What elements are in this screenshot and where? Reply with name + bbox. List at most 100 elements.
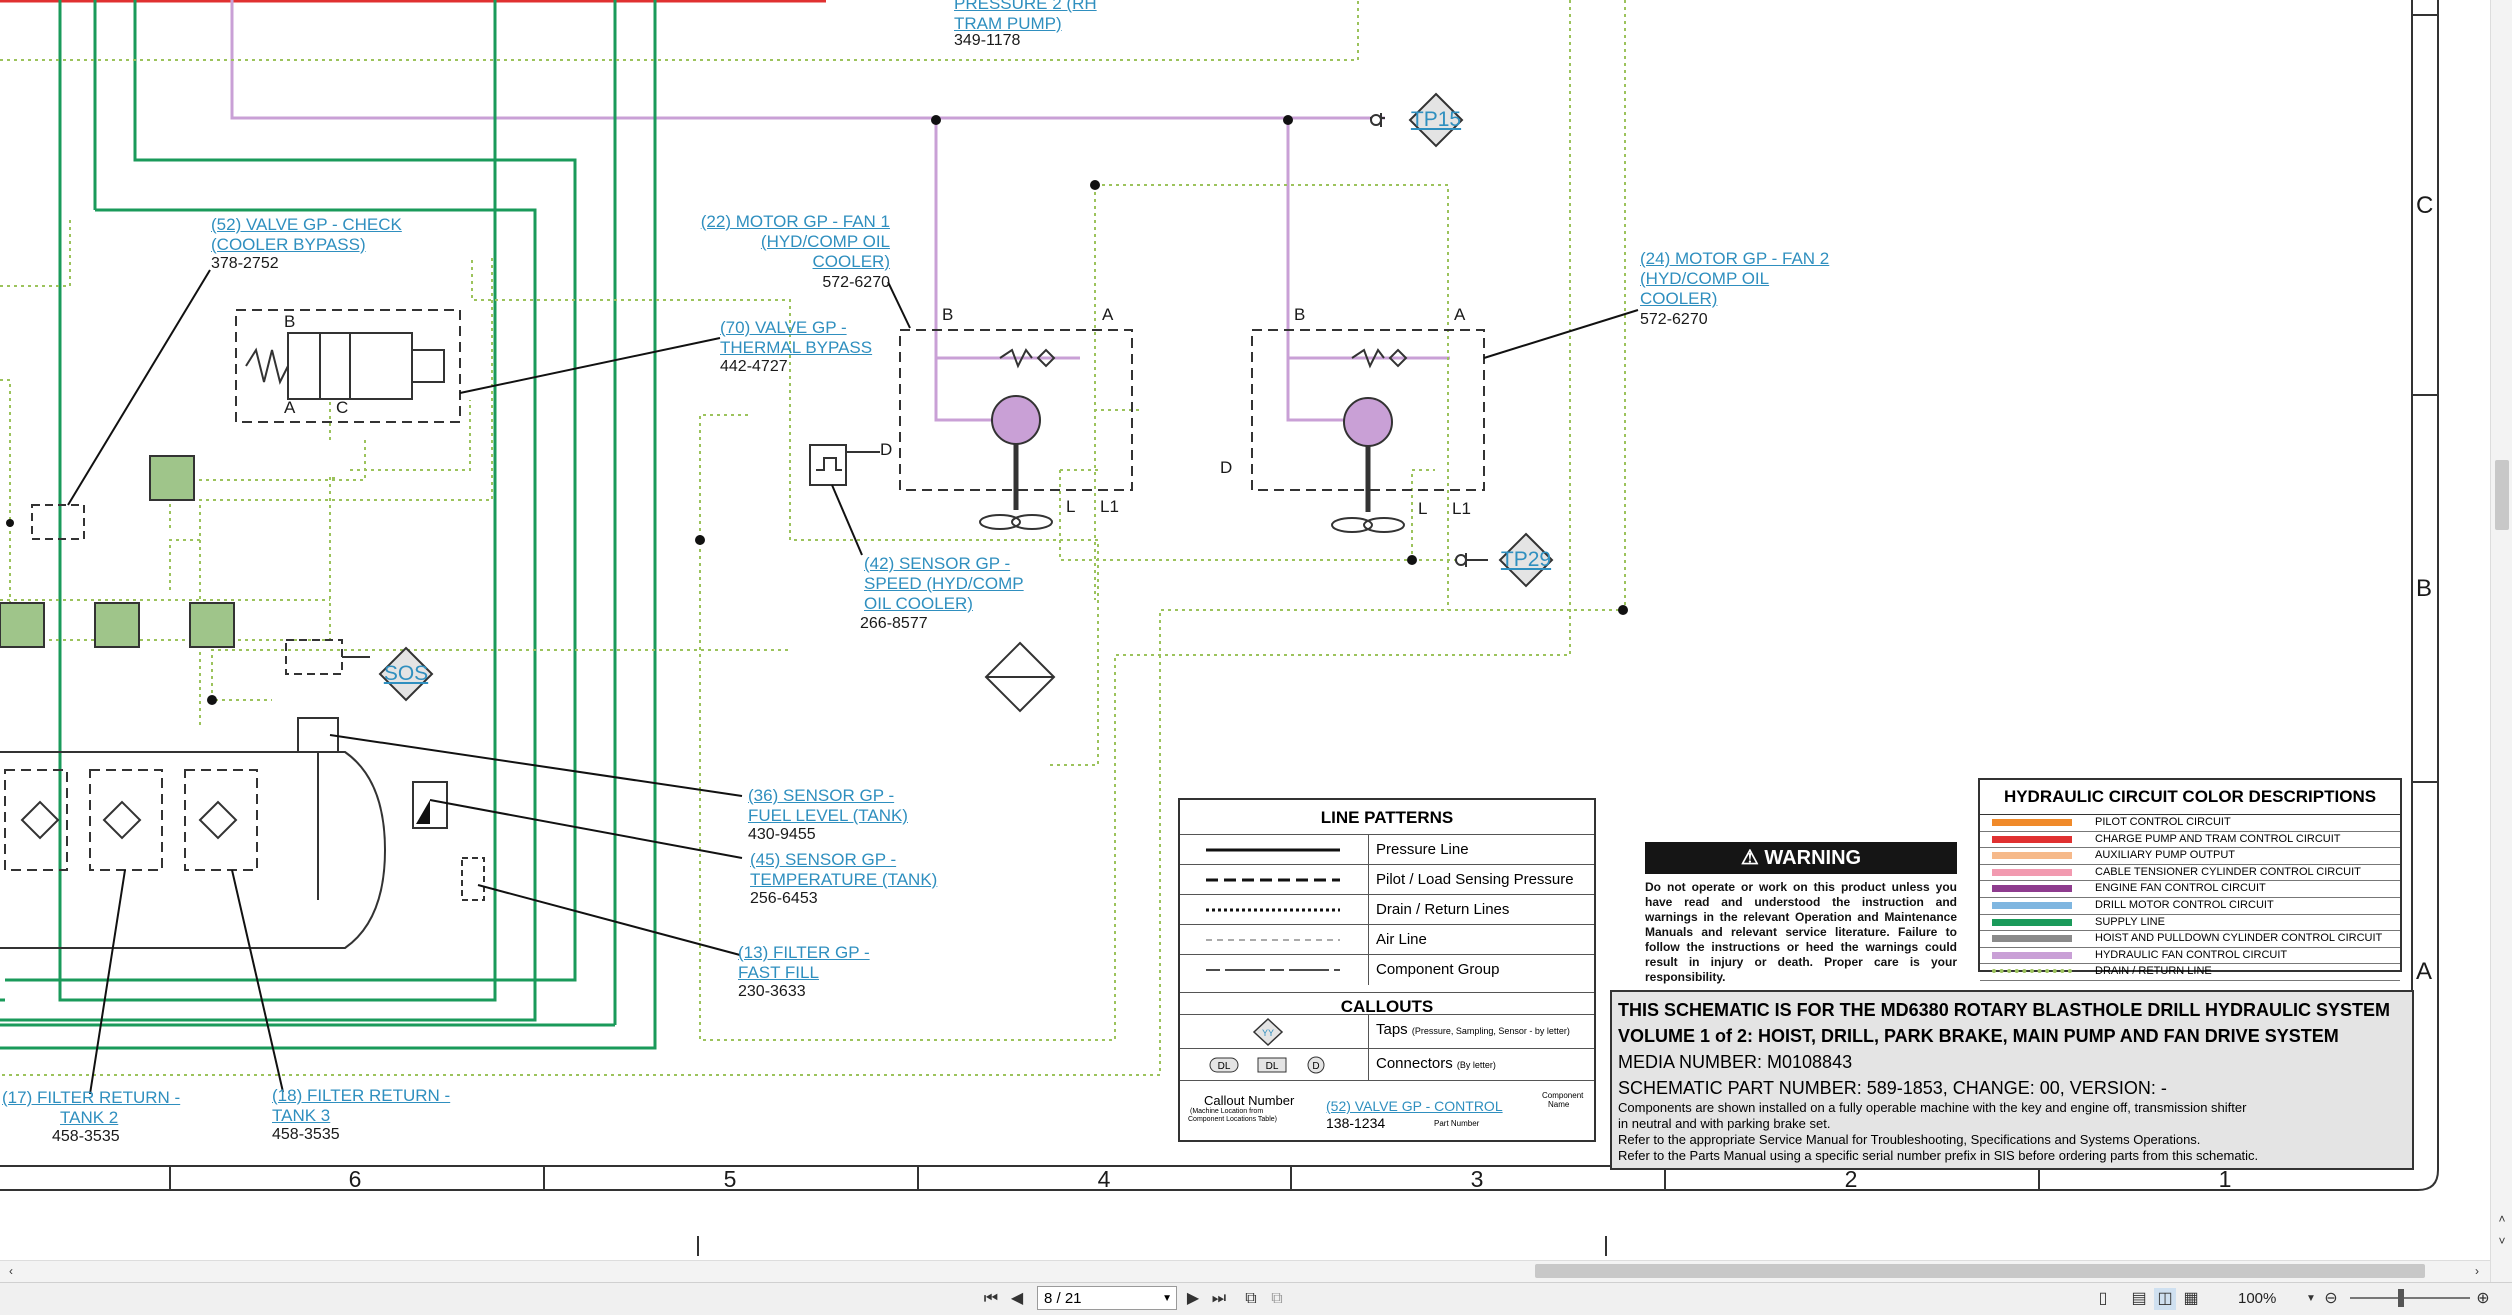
- callout-fast-fill[interactable]: (13) FILTER GP -: [738, 943, 870, 963]
- paste-icon[interactable]: ⧉: [1266, 1288, 1288, 1310]
- callout-filter-return-3[interactable]: (18) FILTER RETURN -: [272, 1086, 450, 1106]
- scroll-thumb[interactable]: [1535, 1264, 2425, 1278]
- callout-fuel-sensor-2[interactable]: FUEL LEVEL (TANK): [748, 806, 908, 826]
- pressure-label[interactable]: PRESSURE 2 (RH: [954, 0, 1097, 14]
- facing-view-icon[interactable]: ◫: [2154, 1288, 2176, 1310]
- port-label: D: [1220, 458, 1233, 477]
- prev-page-icon[interactable]: ◀: [1006, 1288, 1028, 1310]
- connector-glyph: D: [1312, 1061, 1319, 1072]
- test-point-tp29[interactable]: TP29: [1498, 532, 1554, 588]
- callout-fast-fill-2[interactable]: FAST FILL: [738, 963, 819, 983]
- drain-line-sample: [1206, 895, 1369, 925]
- column-number: 3: [1470, 1166, 1484, 1192]
- color-descriptions-table: HYDRAULIC CIRCUIT COLOR DESCRIPTIONS PIL…: [1978, 778, 2402, 981]
- callout-motor-fan2-2[interactable]: (HYD/COMP OIL: [1640, 269, 1769, 289]
- zoom-level[interactable]: 100%: [2238, 1290, 2276, 1307]
- scroll-right-icon[interactable]: ›: [2466, 1260, 2488, 1282]
- schematic-sheet: PRESSURE 2 (RH TRAM PUMP) 349-1178 (52) …: [0, 0, 2490, 1262]
- port-label: L1: [1452, 499, 1471, 518]
- callout-motor-fan1-3[interactable]: COOLER): [700, 252, 890, 272]
- component-group-sample: [1206, 955, 1369, 985]
- scroll-left-icon[interactable]: ‹: [0, 1260, 22, 1282]
- legend-row: Air Line: [1180, 924, 1594, 955]
- continuous-view-icon[interactable]: ▤: [2128, 1288, 2150, 1310]
- part-number: 349-1178: [954, 32, 1021, 49]
- color-row: HOIST AND PULLDOWN CYLINDER CONTROL CIRC…: [1980, 931, 2400, 948]
- horizontal-scrollbar[interactable]: ‹ ›: [0, 1260, 2490, 1283]
- warning-title: WARNING: [1764, 847, 1862, 869]
- chevron-down-icon[interactable]: ▼: [1162, 1287, 1172, 1311]
- last-page-icon[interactable]: ⏭: [1208, 1288, 1230, 1310]
- sos-sampling-point[interactable]: SOS: [378, 646, 434, 702]
- port-label: A: [1102, 305, 1114, 324]
- callout-speed-sensor[interactable]: (42) SENSOR GP -: [864, 554, 1010, 574]
- callout-filter-return-2[interactable]: (17) FILTER RETURN -: [2, 1088, 180, 1108]
- vertical-scrollbar[interactable]: ˄ ˅: [2490, 0, 2512, 1282]
- page-number-input[interactable]: 8 / 21 ▼: [1037, 1286, 1177, 1310]
- callout-motor-fan1-2[interactable]: (HYD/COMP OIL: [700, 232, 890, 252]
- copy-icon[interactable]: ⧉: [1240, 1288, 1262, 1310]
- tap-diamond-icon: YY: [1252, 1015, 1369, 1049]
- connector-glyph: DL: [1266, 1061, 1279, 1072]
- cover-view-icon[interactable]: ▦: [2180, 1288, 2202, 1310]
- title-line: VOLUME 1 of 2: HOIST, DRILL, PARK BRAKE,…: [1618, 1026, 2339, 1046]
- scroll-up-icon[interactable]: ˄: [2491, 1208, 2512, 1230]
- zoom-slider-handle[interactable]: [2398, 1289, 2404, 1307]
- legend-label: Connectors (By letter): [1376, 1055, 1496, 1072]
- callout-valve-check[interactable]: (52) VALVE GP - CHECK: [211, 215, 402, 235]
- test-point-label[interactable]: SOS: [378, 662, 434, 686]
- callout-thermal-bypass[interactable]: (70) VALVE GP -: [720, 318, 847, 338]
- test-point-label[interactable]: TP29: [1498, 548, 1554, 572]
- zone-label: C: [2416, 192, 2434, 219]
- tap-glyph: YY: [1262, 1028, 1274, 1038]
- pdf-viewer: PRESSURE 2 (RH TRAM PUMP) 349-1178 (52) …: [0, 0, 2512, 1315]
- next-page-icon[interactable]: ▶: [1182, 1288, 1204, 1310]
- chevron-down-icon[interactable]: ▼: [2300, 1288, 2322, 1310]
- callout-example-link[interactable]: (52) VALVE GP - CONTROL: [1326, 1098, 1503, 1114]
- legend-title: LINE PATTERNS: [1320, 808, 1454, 827]
- part-number: 138-1234: [1326, 1115, 1386, 1131]
- callout-motor-fan2[interactable]: (24) MOTOR GP - FAN 2: [1640, 249, 1829, 269]
- callout-fuel-sensor[interactable]: (36) SENSOR GP -: [748, 786, 894, 806]
- pressure-line-sample: [1206, 835, 1369, 865]
- callout-temp-sensor-2[interactable]: TEMPERATURE (TANK): [750, 870, 937, 890]
- zoom-slider[interactable]: [2350, 1297, 2470, 1299]
- port-label: A: [1454, 305, 1466, 324]
- column-number: 1: [2218, 1166, 2232, 1192]
- color-swatch: [1992, 868, 2072, 876]
- port-label: L: [1418, 499, 1428, 518]
- single-page-view-icon[interactable]: ▯: [2092, 1288, 2114, 1310]
- line-patterns-legend: LINE PATTERNS Pressure Line Pilot / Load…: [1178, 798, 1596, 1142]
- part-number: 458-3535: [272, 1126, 340, 1143]
- pilot-line-sample: [1206, 865, 1369, 895]
- callout-thermal-bypass-2[interactable]: THERMAL BYPASS: [720, 338, 872, 358]
- callout-motor-fan2-3[interactable]: COOLER): [1640, 289, 1717, 309]
- callout-speed-sensor-2[interactable]: SPEED (HYD/COMP: [864, 574, 1024, 594]
- callout-speed-sensor-3[interactable]: OIL COOLER): [864, 594, 973, 614]
- callout-number-note: Component Locations Table): [1188, 1116, 1277, 1123]
- taps-label: Taps: [1376, 1021, 1408, 1038]
- port-label: B: [284, 312, 296, 331]
- callout-filter-return-3b[interactable]: TANK 3: [272, 1106, 330, 1126]
- callout-filter-return-2b[interactable]: TANK 2: [60, 1108, 118, 1128]
- part-number: 430-9455: [748, 826, 816, 843]
- zoom-in-icon[interactable]: ⊕: [2472, 1288, 2494, 1310]
- color-table-title: HYDRAULIC CIRCUIT COLOR DESCRIPTIONS: [1980, 780, 2400, 815]
- legend-label: Pressure Line: [1376, 841, 1469, 858]
- color-row: HYDRAULIC FAN CONTROL CIRCUIT: [1980, 948, 2400, 965]
- first-page-icon[interactable]: ⏮: [980, 1288, 1002, 1310]
- color-name: CHARGE PUMP AND TRAM CONTROL CIRCUIT: [2095, 832, 2341, 845]
- callout-temp-sensor[interactable]: (45) SENSOR GP -: [750, 850, 896, 870]
- zoom-out-icon[interactable]: ⊖: [2320, 1288, 2342, 1310]
- color-swatch: [1992, 935, 2072, 943]
- callout-motor-fan1[interactable]: (22) MOTOR GP - FAN 1: [700, 212, 890, 232]
- connectors-label: Connectors: [1376, 1055, 1453, 1072]
- scroll-down-icon[interactable]: ˅: [2491, 1230, 2512, 1252]
- callout-valve-check-2[interactable]: (COOLER BYPASS): [211, 235, 366, 255]
- scroll-thumb[interactable]: [2495, 460, 2509, 530]
- viewer-toolbar: ⏮ ◀ 8 / 21 ▼ ▶ ⏭ ⧉ ⧉ ▯ ▤ ◫ ▦ 100% ▼ ⊖ ⊕: [0, 1282, 2512, 1315]
- connectors-note: (By letter): [1456, 1060, 1496, 1070]
- test-point-label[interactable]: TP15: [1408, 108, 1464, 132]
- part-number: 442-4727: [720, 358, 788, 375]
- test-point-tp15[interactable]: TP15: [1408, 92, 1464, 148]
